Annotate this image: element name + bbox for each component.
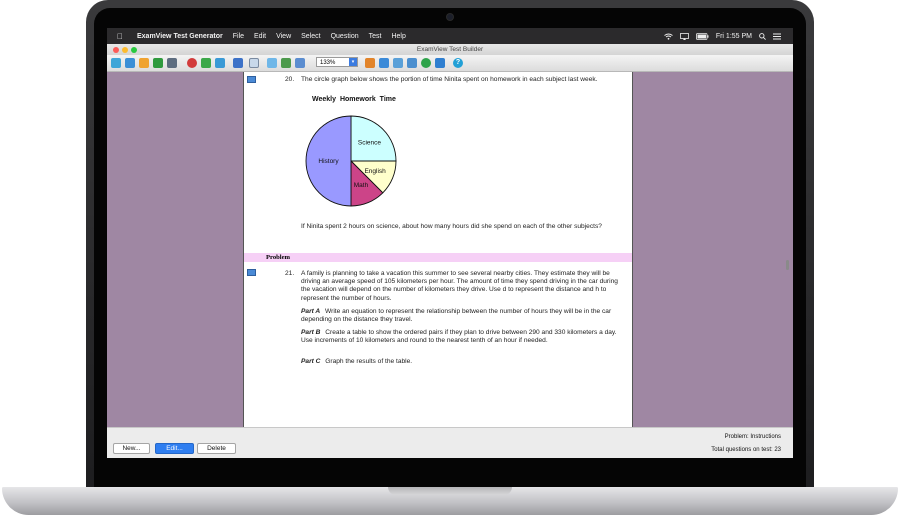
answer-key-icon[interactable] xyxy=(365,57,375,68)
print-icon[interactable] xyxy=(167,57,177,68)
airplay-icon[interactable] xyxy=(679,32,689,40)
chart-title: Weekly Homework Time xyxy=(312,96,396,103)
section-label: Problem xyxy=(266,254,291,261)
apple-icon[interactable]:  xyxy=(117,32,129,41)
list-view-icon[interactable] xyxy=(267,57,277,68)
chevron-down-icon: ▾ xyxy=(349,58,357,66)
part-c: Part C Graph the results of the table. xyxy=(301,358,621,366)
edit-item-icon[interactable] xyxy=(379,57,389,68)
search-bank-icon[interactable] xyxy=(111,57,121,68)
section-header: Problem xyxy=(244,253,632,262)
test-page: 20. The circle graph below shows the por… xyxy=(243,72,633,427)
zoom-window-button[interactable] xyxy=(131,46,137,53)
menu-test[interactable]: Test xyxy=(369,33,382,40)
spotlight-search-icon[interactable] xyxy=(759,32,766,40)
pie-label-science: Science xyxy=(358,140,382,147)
delete-button[interactable]: Delete xyxy=(197,443,236,454)
part-a: Part A Write an equation to represent th… xyxy=(301,308,621,324)
question-20-number: 20. xyxy=(285,76,295,83)
battery-icon[interactable] xyxy=(695,32,709,40)
find-icon[interactable] xyxy=(187,57,197,68)
text-icon[interactable] xyxy=(407,57,417,68)
menu-edit[interactable]: Edit xyxy=(254,33,266,40)
check-icon[interactable] xyxy=(215,57,225,68)
save-icon[interactable] xyxy=(153,57,163,68)
question-21-number: 21. xyxy=(285,270,295,277)
part-c-text: Graph the results of the table. xyxy=(325,358,413,365)
open-folder-icon[interactable] xyxy=(139,57,149,68)
question-20-icon[interactable] xyxy=(247,76,256,83)
question-20-prompt: The circle graph below shows the portion… xyxy=(301,76,598,83)
format-icon[interactable] xyxy=(233,57,243,68)
part-c-label: Part C xyxy=(301,358,321,365)
pie-label-english: English xyxy=(364,168,386,175)
menu-select[interactable]: Select xyxy=(301,33,320,40)
menu-question[interactable]: Question xyxy=(331,33,359,40)
total-questions-status: Total questions on test: 23 xyxy=(711,447,781,453)
page-icon[interactable] xyxy=(249,57,259,68)
toolbar: 133% ▾ ? xyxy=(107,55,793,72)
menu-view[interactable]: View xyxy=(276,33,291,40)
part-a-text: Write an equation to represent the relat… xyxy=(301,308,612,324)
menu-bar:  ExamView Test Generator File Edit View… xyxy=(107,28,793,44)
new-test-icon[interactable] xyxy=(125,57,135,68)
menu-help[interactable]: Help xyxy=(391,33,405,40)
menu-list-icon[interactable] xyxy=(773,33,781,40)
outline-view-icon[interactable] xyxy=(295,57,305,68)
part-b-text: Create a table to show the ordered pairs… xyxy=(301,329,617,345)
part-b: Part B Create a table to show the ordere… xyxy=(301,329,621,345)
pie-label-history: History xyxy=(318,158,339,165)
screen:  ExamView Test Generator File Edit View… xyxy=(107,28,793,458)
export-icon[interactable] xyxy=(435,57,445,68)
menubar-clock[interactable]: Fri 1:55 PM xyxy=(716,33,752,40)
ruler-icon[interactable] xyxy=(393,57,403,68)
minimize-window-button[interactable] xyxy=(122,46,128,53)
part-a-label: Part A xyxy=(301,308,321,315)
scramble-icon[interactable] xyxy=(201,57,211,68)
zoom-select[interactable]: 133% ▾ xyxy=(316,57,358,67)
question-21-icon[interactable] xyxy=(247,269,256,276)
problem-status: Problem: Instructions xyxy=(724,434,781,440)
laptop-notch xyxy=(388,487,512,495)
pie-slice-science xyxy=(350,115,397,162)
vertical-scrollbar[interactable] xyxy=(786,260,789,270)
pie-chart: Science English Math History xyxy=(305,115,397,207)
wifi-icon[interactable] xyxy=(664,33,673,40)
new-button[interactable]: New... xyxy=(113,443,150,454)
question-21-prompt: A family is planning to take a vacation … xyxy=(301,270,618,302)
question-20-followup: If Ninita spent 2 hours on science, abou… xyxy=(301,223,602,230)
part-b-label: Part B xyxy=(301,329,321,336)
document-area: 20. The circle graph below shows the por… xyxy=(107,72,793,427)
close-window-button[interactable] xyxy=(113,46,119,53)
bottom-bar: New... Edit... Delete Problem: Instructi… xyxy=(107,427,793,458)
grid-view-icon[interactable] xyxy=(281,57,291,68)
camera-icon xyxy=(447,14,453,20)
help-icon[interactable]: ? xyxy=(453,57,463,68)
window-title: ExamView Test Builder xyxy=(107,44,793,55)
menu-file[interactable]: File xyxy=(233,33,244,40)
preview-icon[interactable] xyxy=(421,57,431,68)
zoom-value: 133% xyxy=(320,60,336,66)
edit-button[interactable]: Edit... xyxy=(155,443,194,454)
pie-label-math: Math xyxy=(354,182,369,189)
menu-app-name[interactable]: ExamView Test Generator xyxy=(137,33,223,40)
